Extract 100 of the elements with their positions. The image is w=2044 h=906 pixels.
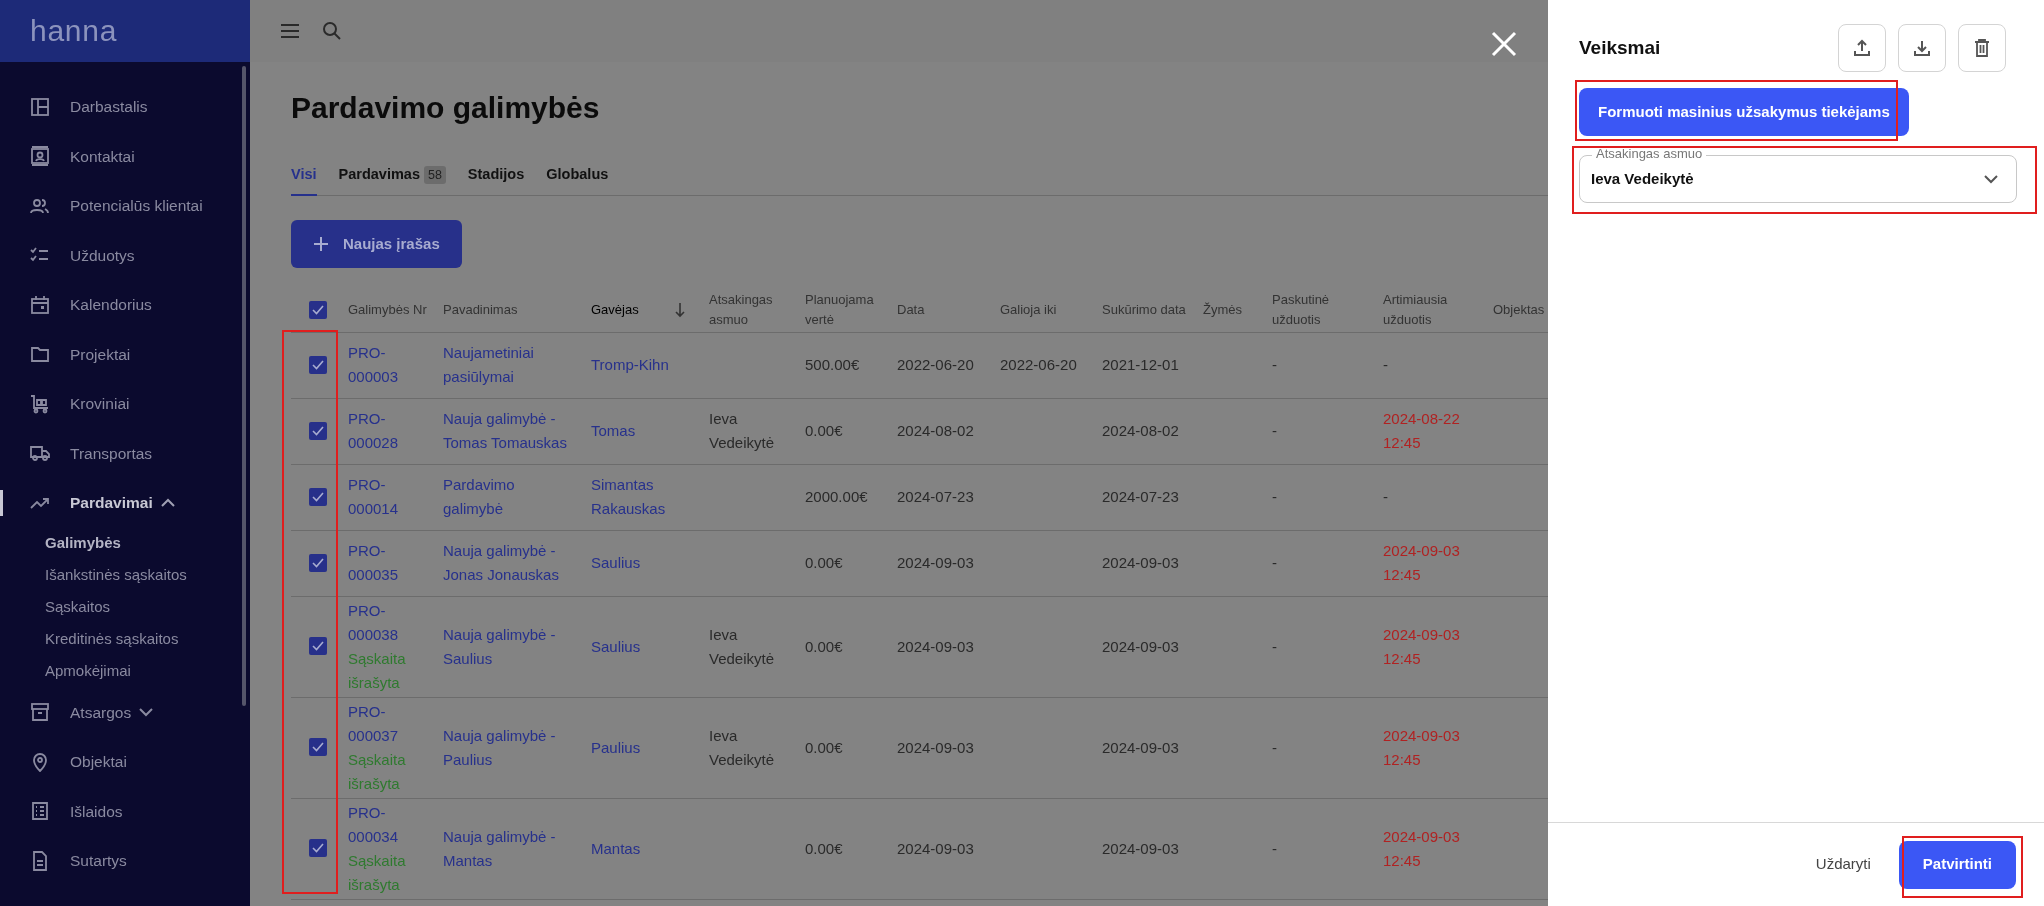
- recipient-link[interactable]: Tromp-Kihn: [591, 353, 701, 377]
- checkbox[interactable]: [309, 355, 327, 374]
- opportunity-name-link[interactable]: Naujametiniai pasiūlymai: [443, 341, 568, 389]
- recipient-link[interactable]: Mantas: [591, 836, 701, 861]
- table-cell-text: 2024-09-03: [897, 553, 975, 573]
- opportunity-link[interactable]: PRO-000003: [348, 341, 408, 389]
- status-label: Sąskaita išrašyta: [348, 850, 407, 895]
- opportunity-name-link[interactable]: Pardavimo galimybė: [443, 473, 568, 521]
- column-header[interactable]: Žymės: [1203, 299, 1266, 320]
- column-header[interactable]: Gavėjas: [591, 299, 703, 320]
- nav-subitem[interactable]: Apmokėjimai: [45, 660, 131, 683]
- chevron-up-icon: [160, 498, 175, 508]
- column-header[interactable]: Atsakingas asmuo: [709, 289, 799, 330]
- tab[interactable]: Globalus: [546, 156, 609, 196]
- tab[interactable]: Pardavimas 58: [338, 156, 446, 196]
- nav-item[interactable]: Užduotys: [70, 243, 135, 267]
- opportunity-name-link[interactable]: Nauja galimybė - Jonas Jonauskas: [443, 539, 568, 587]
- cart-icon: [30, 393, 50, 414]
- table-cell-text: 2024-07-23: [1102, 487, 1180, 507]
- column-header[interactable]: Paskutinė užduotis: [1272, 289, 1377, 330]
- recipient-link[interactable]: Saulius: [591, 551, 701, 575]
- table-cell-text: 2024-09-03: [897, 838, 975, 859]
- checkbox[interactable]: [309, 300, 327, 319]
- recipient-link[interactable]: Saulius: [591, 634, 701, 659]
- column-header[interactable]: Objektas: [1493, 299, 1542, 320]
- nav-subitem[interactable]: Galimybės: [45, 532, 121, 555]
- table-cell-text: 2024-09-03: [897, 737, 975, 758]
- new-record-button[interactable]: Naujas įrašas: [291, 220, 462, 268]
- bulk-order-button[interactable]: Formuoti masinius užsakymus tiekėjams: [1579, 88, 1909, 136]
- table-cell-text: 2024-09-03 12:45: [1383, 541, 1461, 585]
- recipient-link[interactable]: Paulius: [591, 735, 701, 760]
- opportunity-link[interactable]: PRO-000034: [348, 800, 408, 849]
- opportunity-name-link[interactable]: Nauja galimybė - Paulius: [443, 723, 568, 772]
- table-cell-text: 2024-09-03: [1102, 737, 1180, 758]
- confirm-button[interactable]: Patvirtinti: [1898, 840, 2016, 889]
- nav-item[interactable]: Išlaidos: [70, 799, 123, 823]
- page-title: Pardavimo galimybės: [291, 90, 601, 126]
- opportunity-link[interactable]: PRO-000035: [348, 539, 408, 587]
- checkbox[interactable]: [309, 487, 327, 506]
- column-header[interactable]: Galimybės Nr: [348, 299, 437, 320]
- table-cell-text: Ieva Vedeikytė: [709, 409, 776, 453]
- column-header[interactable]: Sukūrimo data: [1102, 299, 1197, 320]
- column-header[interactable]: Artimiausia užduotis: [1383, 289, 1487, 330]
- table-cell-text: 2024-09-03: [1102, 636, 1180, 657]
- close-button[interactable]: Uždaryti: [1811, 840, 1875, 889]
- table-cell-text: 2024-09-03 12:45: [1383, 725, 1461, 770]
- status-label: Sąskaita išrašyta: [348, 749, 407, 794]
- nav-group[interactable]: Atsargos: [70, 700, 154, 724]
- checkbox[interactable]: [309, 421, 327, 440]
- download-button[interactable]: [1898, 24, 1946, 72]
- nav-group[interactable]: Pardavimai: [70, 491, 175, 515]
- menu-icon[interactable]: [280, 23, 300, 39]
- nav-item[interactable]: Projektai: [70, 342, 131, 366]
- nav-item[interactable]: Transportas: [70, 441, 153, 465]
- nav-item[interactable]: Kontaktai: [70, 144, 135, 168]
- opportunity-link[interactable]: PRO-000038: [348, 598, 408, 647]
- recipient-link[interactable]: Simantas Rakauskas: [591, 473, 701, 521]
- nav-item[interactable]: Potencialūs klientai: [70, 194, 203, 218]
- calendar-icon: [30, 294, 50, 315]
- search-icon[interactable]: [322, 21, 342, 41]
- table-cell-text: 0.00€: [805, 737, 844, 758]
- column-header[interactable]: Planuojama vertė: [805, 289, 891, 330]
- nav-item[interactable]: Kalendorius: [70, 293, 152, 317]
- column-header[interactable]: Pavadinimas: [443, 299, 585, 320]
- field-value: Ieva Vedeikytė: [1591, 168, 1694, 189]
- column-header[interactable]: Galioja iki: [1000, 299, 1096, 320]
- close-icon[interactable]: [1491, 31, 1517, 57]
- nav-item[interactable]: Sutartys: [70, 849, 127, 873]
- opportunity-name-link[interactable]: Nauja galimybė - Tomas Tomauskas: [443, 407, 568, 455]
- nav-subitem[interactable]: Sąskaitos: [45, 596, 111, 619]
- opportunity-link[interactable]: PRO-000014: [348, 473, 408, 521]
- sort-arrow-icon[interactable]: [675, 301, 685, 318]
- table-cell-text: 0.00€: [805, 553, 844, 573]
- nav-subitem[interactable]: Kreditinės sąskaitos: [45, 628, 179, 651]
- nav-subitem[interactable]: Išankstinės sąskaitos: [45, 564, 187, 587]
- column-header[interactable]: Data: [897, 299, 994, 320]
- opportunity-name-link[interactable]: Nauja galimybė - Mantas: [443, 824, 568, 873]
- upload-button[interactable]: [1838, 24, 1886, 72]
- logo: hanna: [30, 16, 118, 46]
- checkbox[interactable]: [309, 637, 327, 656]
- delete-button[interactable]: [1958, 24, 2006, 72]
- nav-item[interactable]: Kroviniai: [70, 392, 130, 416]
- checkbox[interactable]: [309, 553, 327, 572]
- table-cell-text: 2022-06-20: [897, 355, 975, 375]
- opportunity-link[interactable]: PRO-000028: [348, 407, 408, 455]
- status-label: Sąskaita išrašyta: [348, 648, 407, 693]
- opportunity-link[interactable]: PRO-000037: [348, 699, 408, 748]
- checkbox[interactable]: [309, 839, 327, 858]
- opportunity-name-link[interactable]: Nauja galimybė - Saulius: [443, 622, 568, 671]
- nav-item[interactable]: Darbastalis: [70, 95, 148, 119]
- chevron-down-icon: [139, 707, 154, 717]
- checkbox[interactable]: [309, 738, 327, 757]
- document-icon: [30, 850, 50, 871]
- tab[interactable]: Stadijos: [467, 156, 525, 196]
- tab[interactable]: Visi: [291, 156, 317, 196]
- table-cell-text: -: [1272, 553, 1278, 573]
- table-cell-text: 2022-06-20: [1000, 355, 1078, 375]
- scrollbar[interactable]: [242, 66, 246, 706]
- nav-item[interactable]: Objektai: [70, 750, 127, 774]
- recipient-link[interactable]: Tomas: [591, 419, 701, 443]
